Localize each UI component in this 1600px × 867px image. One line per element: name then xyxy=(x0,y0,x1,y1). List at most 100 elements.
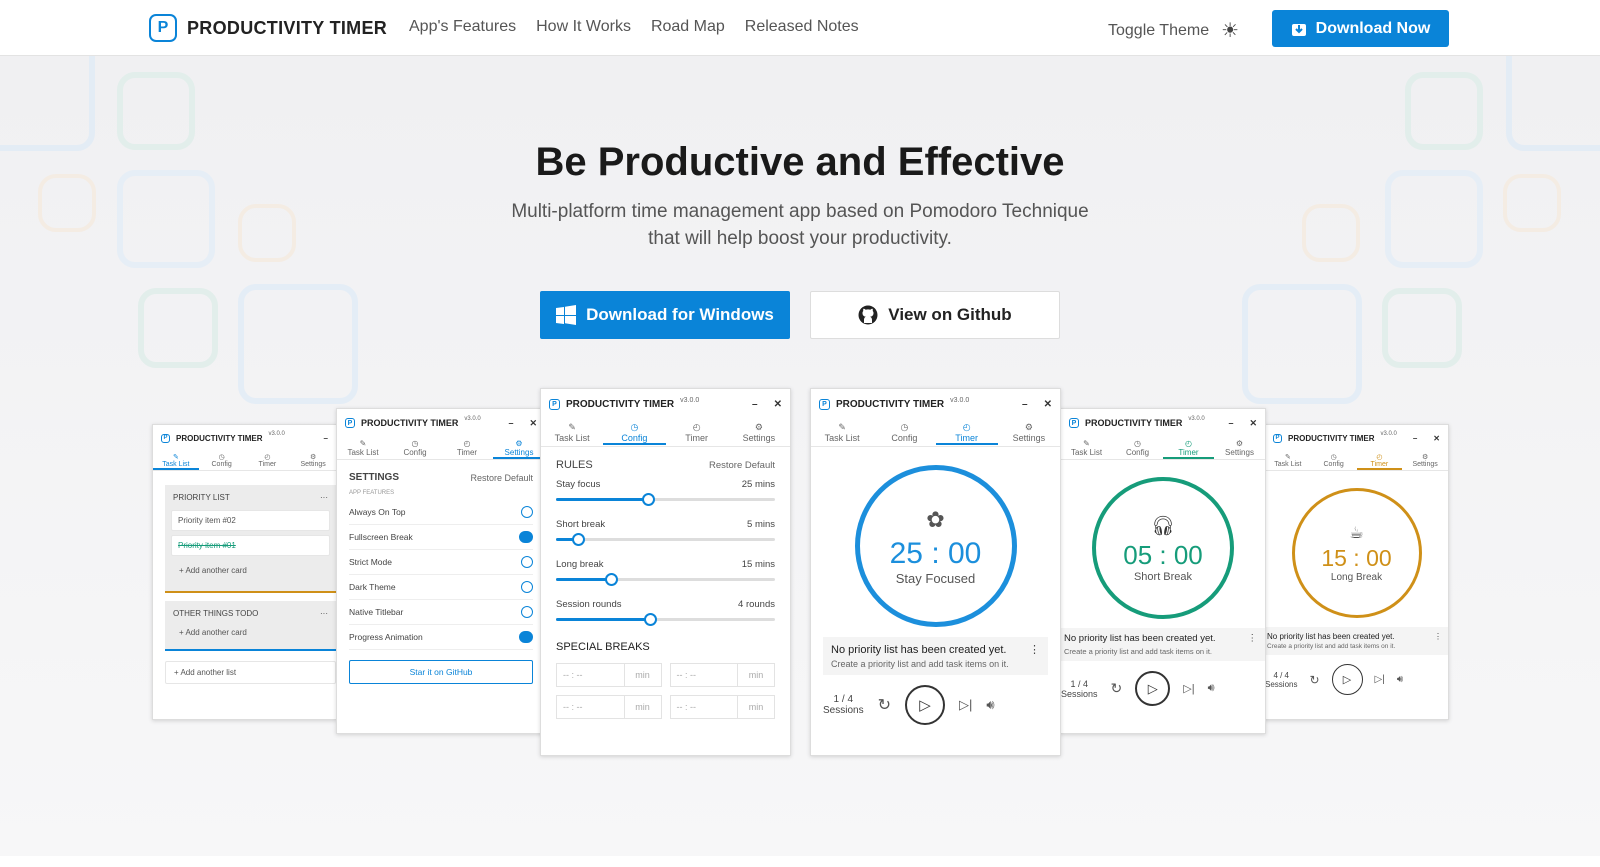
toggle-switch[interactable] xyxy=(519,631,533,643)
tab-config[interactable]: ◷ Config xyxy=(873,422,935,445)
volume-icon[interactable]: 🔊︎ xyxy=(1208,682,1215,695)
download-windows-button[interactable]: Download for Windows xyxy=(540,291,790,339)
settings-row[interactable]: Strict Mode xyxy=(349,550,533,575)
minimize-icon[interactable]: – xyxy=(1228,418,1233,429)
minimize-icon[interactable]: – xyxy=(1022,399,1028,410)
more-vertical-icon[interactable]: ⋮ xyxy=(1029,643,1040,656)
more-icon[interactable]: ··· xyxy=(320,493,328,502)
volume-icon[interactable]: 🔊︎ xyxy=(986,697,994,713)
rule-slider[interactable] xyxy=(556,533,775,546)
rule-slider[interactable] xyxy=(556,493,775,506)
special-break-field[interactable]: -- : -- min xyxy=(556,695,662,719)
toggle-theme-button[interactable]: Toggle Theme ☀ xyxy=(1108,18,1239,43)
toggle-switch[interactable] xyxy=(519,531,533,543)
skip-icon[interactable]: ▷| xyxy=(1183,682,1194,695)
tab-timer[interactable]: ◴ Timer xyxy=(666,422,728,445)
play-button[interactable]: ▷ xyxy=(904,685,945,725)
special-break-field[interactable]: -- : -- min xyxy=(669,663,775,687)
nav-link-how-it-works[interactable]: How It Works xyxy=(536,18,631,36)
reset-icon[interactable]: ↻ xyxy=(1111,680,1123,697)
minimize-icon[interactable]: – xyxy=(752,399,758,410)
tab-settings[interactable]: ⚙ Settings xyxy=(728,422,790,445)
slider-handle[interactable] xyxy=(604,573,618,586)
app-logo-icon: P xyxy=(1069,418,1079,428)
more-icon[interactable]: ··· xyxy=(320,609,328,618)
tab-timer[interactable]: ◴ Timer xyxy=(441,439,493,459)
tab-settings[interactable]: ⚙ Settings xyxy=(1214,439,1265,459)
tab-settings[interactable]: ⚙ Settings xyxy=(998,422,1060,445)
time-input[interactable]: -- : -- xyxy=(671,696,738,718)
tab-config[interactable]: ◷ Config xyxy=(1311,453,1357,470)
special-break-field[interactable]: -- : -- min xyxy=(669,695,775,719)
toggle-switch[interactable] xyxy=(521,506,533,518)
settings-row[interactable]: Fullscreen Break xyxy=(349,525,533,550)
rule-slider[interactable] xyxy=(556,613,775,626)
star-github-button[interactable]: Star it on GitHub xyxy=(349,660,533,684)
toggle-switch[interactable] xyxy=(521,606,533,618)
task-card[interactable]: Priority item #02 xyxy=(171,510,330,531)
settings-row[interactable]: Native Titlebar xyxy=(349,600,533,625)
restore-default-link[interactable]: Restore Default xyxy=(470,473,533,483)
special-break-field[interactable]: -- : -- min xyxy=(556,663,662,687)
settings-row[interactable]: Progress Animation xyxy=(349,625,533,650)
settings-row[interactable]: Always On Top xyxy=(349,500,533,525)
restore-default-link[interactable]: Restore Default xyxy=(709,460,775,471)
tab-task-list[interactable]: ✎ Task List xyxy=(541,422,603,445)
minimize-icon[interactable]: – xyxy=(508,418,513,429)
skip-icon[interactable]: ▷| xyxy=(1375,674,1385,685)
close-icon[interactable]: ✕ xyxy=(1433,434,1440,443)
add-card-button[interactable]: + Add another card xyxy=(171,626,330,639)
close-icon[interactable]: ✕ xyxy=(1249,418,1257,429)
skip-icon[interactable]: ▷| xyxy=(959,697,972,713)
slider-handle[interactable] xyxy=(641,493,655,506)
tab-task-list[interactable]: ✎ Task List xyxy=(811,422,873,445)
nav-link-road-map[interactable]: Road Map xyxy=(651,18,725,36)
add-card-button[interactable]: + Add another card xyxy=(171,560,330,581)
download-now-button[interactable]: Download Now xyxy=(1272,10,1449,47)
reset-icon[interactable]: ↻ xyxy=(878,695,891,715)
tab-timer[interactable]: ◴ Timer xyxy=(1163,439,1214,459)
task-card-done[interactable]: Priority item #01 xyxy=(171,535,330,556)
nav-link-features[interactable]: App's Features xyxy=(409,18,516,36)
play-button[interactable]: ▷ xyxy=(1135,671,1171,706)
play-button[interactable]: ▷ xyxy=(1331,664,1363,695)
time-input[interactable]: -- : -- xyxy=(557,696,625,718)
settings-row[interactable]: Dark Theme xyxy=(349,575,533,600)
tab-task-list[interactable]: ✎ Task List xyxy=(1265,453,1311,470)
more-vertical-icon[interactable]: ⋮ xyxy=(1434,632,1442,641)
rule-slider[interactable] xyxy=(556,573,775,586)
tab-settings[interactable]: ⚙ Settings xyxy=(1402,453,1448,470)
tab-timer[interactable]: ◴ Timer xyxy=(935,422,998,445)
tab-settings[interactable]: ⚙ Settings xyxy=(493,439,545,459)
toggle-switch[interactable] xyxy=(521,581,533,593)
tab-timer[interactable]: ◴ Timer xyxy=(245,453,291,470)
view-github-button[interactable]: View on Github xyxy=(810,291,1060,339)
minimize-icon[interactable]: – xyxy=(1413,434,1417,443)
tab-task-list[interactable]: ✎ Task List xyxy=(153,453,199,470)
tab-task-list[interactable]: ✎ Task List xyxy=(1061,439,1112,459)
time-input[interactable]: -- : -- xyxy=(557,664,625,686)
tab-timer[interactable]: ◴ Timer xyxy=(1356,453,1403,470)
tab-task-list[interactable]: ✎ Task List xyxy=(337,439,389,459)
toggle-switch[interactable] xyxy=(521,556,533,568)
close-icon[interactable]: ✕ xyxy=(1044,399,1052,410)
slider-handle[interactable] xyxy=(571,533,585,546)
close-icon[interactable]: ✕ xyxy=(774,399,782,410)
more-vertical-icon[interactable]: ⋮ xyxy=(1248,633,1258,644)
slider-handle[interactable] xyxy=(644,613,658,626)
tab-config[interactable]: ◷ Config xyxy=(389,439,441,459)
volume-icon[interactable]: 🔊︎ xyxy=(1397,674,1403,685)
nav-link-released-notes[interactable]: Released Notes xyxy=(745,18,859,36)
tab-config[interactable]: ◷ Config xyxy=(199,453,245,470)
rule-label: Stay focus xyxy=(556,479,601,490)
brand-logo[interactable]: P PRODUCTIVITY TIMER xyxy=(149,14,387,42)
add-list-button[interactable]: + Add another list xyxy=(165,661,336,684)
minimize-icon[interactable]: – xyxy=(324,434,328,443)
reset-icon[interactable]: ↻ xyxy=(1309,673,1319,687)
tab-settings[interactable]: ⚙ Settings xyxy=(290,453,336,470)
close-icon[interactable]: ✕ xyxy=(529,418,537,429)
tab-config[interactable]: ◷ Config xyxy=(603,422,666,445)
time-input[interactable]: -- : -- xyxy=(671,664,738,686)
tab-config[interactable]: ◷ Config xyxy=(1112,439,1163,459)
app-logo-icon: P xyxy=(345,418,355,428)
